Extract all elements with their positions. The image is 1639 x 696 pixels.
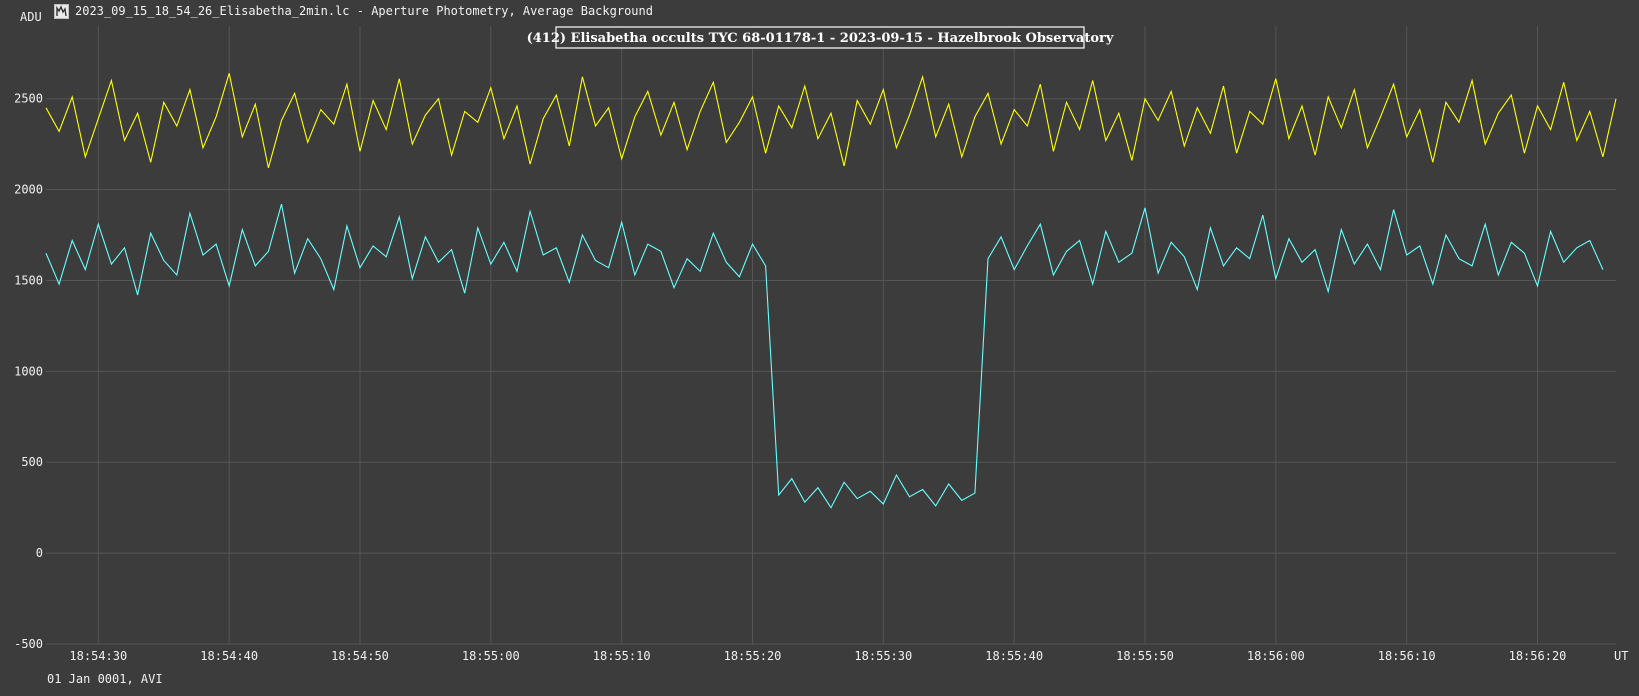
x-axis-label: UT: [1614, 649, 1628, 663]
y-axis-ticks: -500 0 500 1000 1500 2000 2500: [14, 92, 43, 651]
x-tick-label: 18:55:50: [1116, 649, 1174, 663]
x-tick-label: 18:54:40: [200, 649, 258, 663]
lightcurve-chart: -500 0 500 1000 1500 2000 2500 18:54:30 18:54:4…: [14, 10, 1628, 686]
y-axis-label: ADU: [20, 10, 42, 24]
y-tick-label: 500: [21, 455, 43, 469]
chart-title-box: (412) Elisabetha occults TYC 68-01178-1 …: [527, 26, 1114, 49]
x-axis-ticks: 18:54:30 18:54:40 18:54:50 18:55:00 18:55:10…: [69, 649, 1566, 663]
x-tick-label: 18:54:50: [331, 649, 389, 663]
x-tick-label: 18:56:20: [1509, 649, 1567, 663]
y-tick-label: 1500: [14, 273, 43, 287]
comparison-series-line: [45, 73, 1617, 168]
x-tick-label: 18:54:30: [69, 649, 127, 663]
x-tick-label: 18:56:10: [1378, 649, 1436, 663]
chart-title: (412) Elisabetha occults TYC 68-01178-1 …: [527, 31, 1114, 46]
x-tick-label: 18:56:00: [1247, 649, 1305, 663]
x-tick-label: 18:55:10: [593, 649, 651, 663]
x-tick-label: 18:55:40: [985, 649, 1043, 663]
y-tick-label: 2500: [14, 92, 43, 106]
series-group: [45, 73, 1617, 509]
y-tick-label: 0: [36, 546, 43, 560]
y-tick-label: -500: [14, 637, 43, 651]
x-tick-label: 18:55:00: [462, 649, 520, 663]
x-tick-label: 18:55:30: [854, 649, 912, 663]
y-tick-label: 1000: [14, 364, 43, 378]
x-tick-label: 18:55:20: [724, 649, 782, 663]
y-tick-label: 2000: [14, 183, 43, 197]
footer-date: 01 Jan 0001, AVI: [47, 672, 163, 686]
grid: [46, 26, 1616, 645]
